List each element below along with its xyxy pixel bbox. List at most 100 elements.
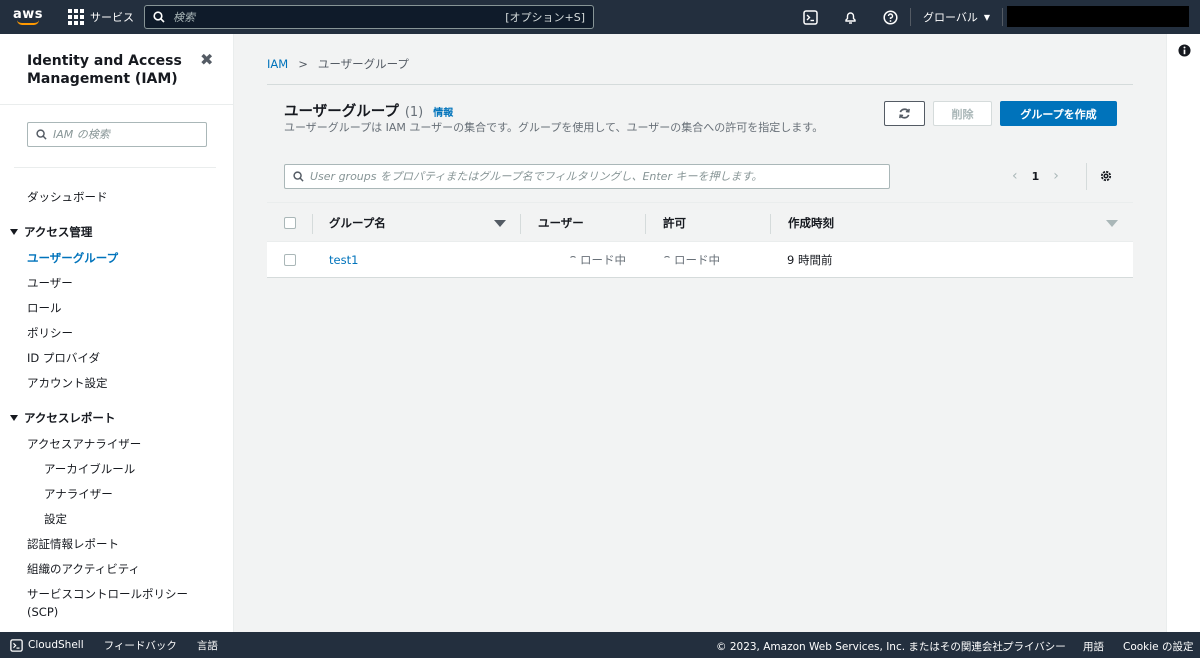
filter-input[interactable] <box>310 170 881 183</box>
info-link[interactable]: 情報 <box>433 104 453 119</box>
close-icon[interactable]: ✖ <box>200 50 213 69</box>
footer-feedback[interactable]: フィードバック <box>94 638 187 653</box>
footer-privacy[interactable]: プライバシー <box>1003 639 1066 654</box>
chevron-left-icon[interactable]: ‹ <box>1012 168 1018 184</box>
sidebar-item-roles[interactable]: ロール <box>27 300 62 316</box>
sidebar-item-users[interactable]: ユーザー <box>27 275 73 291</box>
account-menu[interactable] <box>1007 6 1189 27</box>
refresh-button[interactable] <box>884 101 925 126</box>
region-selector[interactable]: グローバル ▼ <box>911 9 1002 25</box>
chevron-right-icon: > <box>298 57 308 71</box>
chevron-right-icon[interactable]: › <box>1053 168 1059 184</box>
help-button[interactable] <box>870 0 910 34</box>
footer-terms[interactable]: 用語 <box>1083 639 1104 654</box>
breadcrumb: IAM > ユーザーグループ <box>267 56 409 72</box>
help-icon <box>882 9 898 25</box>
row-checkbox[interactable] <box>284 242 296 278</box>
page-title: ユーザーグループ (1) 情報 <box>284 100 453 121</box>
select-all-checkbox[interactable] <box>284 203 296 243</box>
caret-down-icon <box>494 219 506 227</box>
sidebar-item-org-activity[interactable]: 組織のアクティビティ <box>27 561 140 577</box>
checkbox[interactable] <box>284 254 296 266</box>
services-label: サービス <box>90 11 134 24</box>
cloudshell-label: CloudShell <box>28 639 84 651</box>
footer-cookie-settings[interactable]: Cookie の設定 <box>1123 639 1193 654</box>
info-icon[interactable] <box>1178 44 1191 60</box>
aws-smile-icon <box>17 20 39 25</box>
column-permissions[interactable]: 許可 <box>663 203 686 243</box>
refresh-icon <box>899 108 910 119</box>
aws-logo[interactable]: aws <box>0 0 56 34</box>
footer-cloudshell-button[interactable]: CloudShell <box>0 638 94 652</box>
column-users[interactable]: ユーザー <box>538 203 584 243</box>
global-search-input[interactable] <box>173 10 506 24</box>
chevron-down-icon: ▼ <box>983 12 991 22</box>
filter-field[interactable] <box>284 164 890 189</box>
checkbox[interactable] <box>284 217 296 229</box>
footer: CloudShell フィードバック 言語 © 2023, Amazon Web… <box>0 632 1200 658</box>
sidebar-item-scp-suffix[interactable]: (SCP) <box>27 605 58 619</box>
sidebar-item-analyzer-settings[interactable]: 設定 <box>44 511 67 527</box>
column-divider <box>645 214 646 234</box>
sidebar-item-account-settings[interactable]: アカウント設定 <box>27 375 108 391</box>
group-name-link[interactable]: test1 <box>329 253 358 267</box>
pagination: ‹ 1 › <box>1012 168 1059 184</box>
notifications-button[interactable] <box>830 0 870 34</box>
terminal-icon <box>10 638 23 652</box>
table-header: グループ名 ユーザー 許可 作成時刻 <box>267 202 1133 242</box>
sidebar-item-analyzers[interactable]: アナライザー <box>44 486 113 502</box>
sidebar-item-dashboard[interactable]: ダッシュボード <box>27 189 108 205</box>
table-row: test1 ロード中 ロード中 9 時間前 <box>267 242 1133 278</box>
column-created[interactable]: 作成時刻 <box>788 203 834 243</box>
section-access-management[interactable]: アクセス管理 <box>10 224 92 240</box>
sidebar-item-credential-report[interactable]: 認証情報レポート <box>27 536 119 552</box>
create-group-button[interactable]: グループを作成 <box>1000 101 1117 126</box>
caret-down-icon <box>1106 219 1118 227</box>
divider <box>1086 163 1087 190</box>
terminal-icon <box>802 9 818 25</box>
users-loading: ロード中 <box>569 252 626 268</box>
footer-language[interactable]: 言語 <box>187 638 228 653</box>
user-groups-panel: ユーザーグループ (1) 情報 ユーザーグループは IAM ユーザーの集合です。… <box>267 92 1133 278</box>
sort-created[interactable] <box>1106 203 1118 243</box>
breadcrumb-iam[interactable]: IAM <box>267 57 288 71</box>
search-shortcut-hint: [オプション+S] <box>505 11 585 24</box>
bell-icon <box>844 11 856 24</box>
created-time: 9 時間前 <box>787 253 833 267</box>
loading-text: ロード中 <box>674 253 720 267</box>
panel-header: ユーザーグループ (1) 情報 ユーザーグループは IAM ユーザーの集合です。… <box>267 92 1133 202</box>
grid-icon <box>68 9 84 25</box>
sidebar-item-archive-rules[interactable]: アーカイブルール <box>44 461 135 477</box>
delete-button[interactable]: 削除 <box>933 101 992 126</box>
global-search[interactable]: [オプション+S] <box>144 5 594 29</box>
iam-search-input[interactable] <box>53 128 193 141</box>
section-label: アクセス管理 <box>24 225 93 239</box>
section-access-reports[interactable]: アクセスレポート <box>10 410 115 426</box>
sidebar-item-identity-providers[interactable]: ID プロバイダ <box>27 350 100 366</box>
divider <box>14 167 216 168</box>
permissions-loading: ロード中 <box>663 252 720 268</box>
cloudshell-button[interactable] <box>790 0 830 34</box>
service-title[interactable]: Identity and Access Management (IAM) <box>27 52 197 88</box>
copyright: © 2023, Amazon Web Services, Inc. またはその関… <box>716 641 1014 653</box>
panel-title: ユーザーグループ <box>284 104 399 120</box>
caret-down-icon <box>10 415 18 421</box>
column-divider <box>770 214 771 234</box>
page-number[interactable]: 1 <box>1032 170 1040 183</box>
sidebar-item-access-analyzer[interactable]: アクセスアナライザー <box>27 436 141 452</box>
iam-search[interactable] <box>27 122 207 147</box>
gear-icon[interactable] <box>1099 169 1113 186</box>
sidebar-item-scp[interactable]: サービスコントロールポリシー <box>27 586 188 602</box>
sidebar-item-policies[interactable]: ポリシー <box>27 325 73 341</box>
top-navigation: aws サービス [オプション+S] グローバル ▼ <box>0 0 1200 34</box>
sort-group-name[interactable] <box>494 203 506 243</box>
column-divider <box>520 214 521 234</box>
sidebar-item-user-groups[interactable]: ユーザーグループ <box>27 250 118 266</box>
divider <box>267 84 1133 85</box>
column-group-name[interactable]: グループ名 <box>329 203 386 243</box>
services-menu-button[interactable]: サービス <box>56 0 146 34</box>
caret-down-icon <box>10 229 18 235</box>
group-count: (1) <box>404 105 424 120</box>
tools-panel <box>1166 34 1200 632</box>
section-label: アクセスレポート <box>24 411 116 425</box>
